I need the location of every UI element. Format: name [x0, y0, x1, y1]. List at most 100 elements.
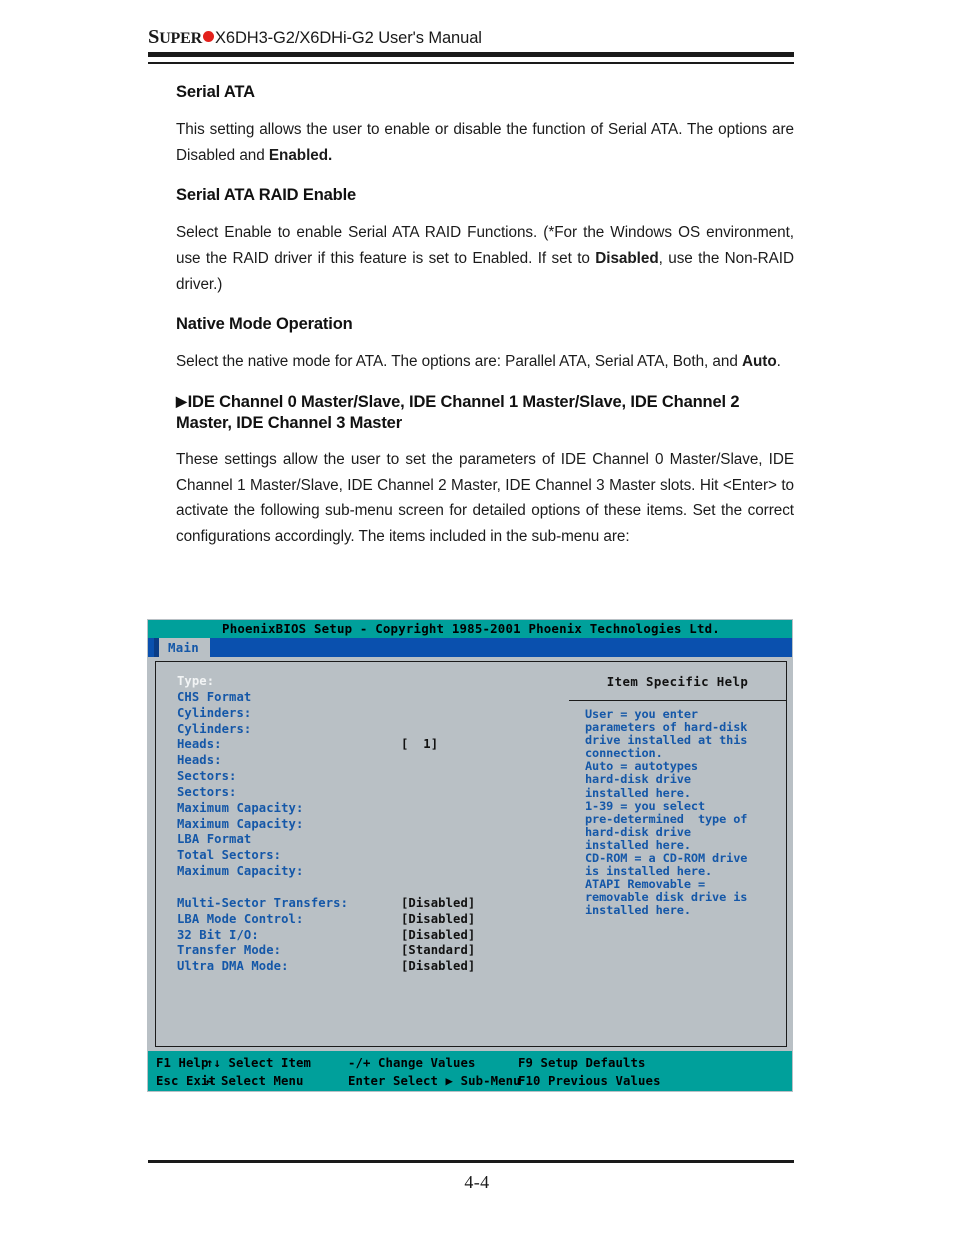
- key-legend-key: F9: [518, 1056, 534, 1070]
- key-legend-label: Select Item: [221, 1056, 312, 1070]
- triangle-bullet-icon: ▶: [176, 392, 187, 409]
- bios-settings-list: Type: CHS Format Cylinders: Cylinders: Heads…: [177, 674, 557, 975]
- bios-setting-row[interactable]: Type:: [177, 674, 557, 690]
- key-legend-entry[interactable]: Enter Select ▶ Sub-Menu: [348, 1073, 521, 1090]
- key-legend-key: Enter: [348, 1074, 386, 1088]
- bios-setting-row[interactable]: Sectors:: [177, 769, 557, 785]
- bios-setting-label: Maximum Capacity:: [177, 800, 304, 815]
- bios-setting-value[interactable]: [Disabled]: [401, 959, 475, 975]
- bios-title-bar: PhoenixBIOS Setup - Copyright 1985-2001 …: [148, 620, 792, 638]
- bios-setting-label: LBA Mode Control:: [177, 911, 304, 926]
- bios-tab-main[interactable]: Main: [159, 638, 211, 657]
- bios-setting-value[interactable]: [ 1]: [401, 737, 438, 753]
- bios-setting-row[interactable]: Sectors:: [177, 785, 557, 801]
- bios-setting-row[interactable]: LBA Format: [177, 832, 557, 848]
- bios-key-legend: F1 Help ↑↓ Select Item -/+ Change Values F9…: [148, 1051, 792, 1091]
- key-legend-key: ↔: [206, 1074, 214, 1088]
- section-heading-native-mode-operation: Native Mode Operation: [176, 315, 353, 334]
- settings-group-spacer: [177, 880, 557, 896]
- key-legend-label: Help: [171, 1056, 209, 1070]
- logo-dot-icon: [202, 31, 214, 42]
- section-heading-serial-ata: Serial ATA: [176, 83, 255, 101]
- bios-menu-bar: Main: [148, 638, 792, 657]
- bios-setting-label: Maximum Capacity:: [177, 864, 304, 879]
- bios-setting-row[interactable]: CHS Format: [177, 690, 557, 706]
- bios-settings-group-transfer: Multi-Sector Transfers: [Disabled] LBA Mod…: [177, 896, 557, 975]
- header-rule-thick: [148, 52, 794, 57]
- bios-setup-screenshot: PhoenixBIOS Setup - Copyright 1985-2001 …: [147, 619, 793, 1092]
- footer-rule: [148, 1160, 794, 1164]
- bios-body: Type: CHS Format Cylinders: Cylinders: Heads…: [148, 657, 792, 1051]
- section-paragraph-ide-channels: These settings allow the user to set the…: [176, 451, 794, 545]
- bios-setting-label: Heads:: [177, 737, 222, 752]
- section-heading-ide-channels: ▶IDE Channel 0 Master/Slave, IDE Channel…: [176, 392, 794, 434]
- key-legend-key: F1: [156, 1056, 172, 1070]
- bios-setting-label: Sectors:: [177, 769, 237, 784]
- supermicro-logo: SUPER: [148, 26, 202, 48]
- key-legend-entry[interactable]: ↔ Select Menu: [206, 1073, 304, 1090]
- section-paragraph-serial-ata: This setting allows the user to enable o…: [176, 121, 794, 164]
- bios-setting-label: Heads:: [177, 753, 222, 768]
- bios-setting-label: Cylinders:: [177, 705, 252, 720]
- bios-setting-row[interactable]: LBA Mode Control: [Disabled]: [177, 912, 557, 928]
- bios-setting-row[interactable]: Cylinders:: [177, 706, 557, 722]
- key-legend-label: Setup Defaults: [533, 1056, 646, 1070]
- key-legend-entry[interactable]: ↑↓ Select Item: [206, 1055, 311, 1072]
- bios-setting-value[interactable]: [Standard]: [401, 943, 475, 959]
- bios-setting-row[interactable]: Total Sectors:: [177, 848, 557, 864]
- bios-setting-value[interactable]: [Disabled]: [401, 896, 475, 912]
- bios-setting-label: Transfer Mode:: [177, 943, 282, 958]
- key-legend-label: Change Values: [370, 1056, 476, 1070]
- bios-setting-label: 32 Bit I/O:: [177, 927, 259, 942]
- help-panel-body: User = you enter parameters of hard-disk…: [585, 707, 748, 918]
- bios-setting-row[interactable]: Cylinders:: [177, 722, 557, 738]
- bios-setting-label: LBA Format: [177, 832, 252, 847]
- logo-brand-caps: S: [148, 26, 160, 48]
- bios-setting-label: Maximum Capacity:: [177, 816, 304, 831]
- bios-setting-label: Cylinders:: [177, 721, 252, 736]
- key-legend-entry[interactable]: F10 Previous Values: [518, 1073, 661, 1090]
- key-legend-label: Previous Values: [540, 1074, 661, 1088]
- key-legend-label: Select Menu: [213, 1074, 304, 1088]
- bios-setting-value[interactable]: [Disabled]: [401, 928, 475, 944]
- section-heading-ide-channels-text: IDE Channel 0 Master/Slave, IDE Channel …: [176, 392, 740, 432]
- bios-setting-row[interactable]: Maximum Capacity:: [177, 864, 557, 880]
- logo-brand-rest: UPER: [159, 30, 202, 47]
- page-number: 4-4: [464, 1172, 490, 1192]
- manual-page: SUPER X6DH3-G2/X6DHi-G2 User's Manual Ser…: [0, 0, 954, 1235]
- key-legend-key: Esc: [156, 1074, 179, 1088]
- section-paragraph-serial-ata-raid-enable: Select Enable to enable Serial ATA RAID …: [176, 224, 794, 293]
- header-rule-thin: [148, 62, 794, 64]
- bios-setting-label: Total Sectors:: [177, 848, 282, 863]
- bios-setting-label: Sectors:: [177, 784, 237, 799]
- section-paragraph-native-mode-operation: Select the native mode for ATA. The opti…: [176, 353, 781, 371]
- help-panel-title: Item Specific Help: [569, 662, 786, 701]
- key-legend-entry[interactable]: -/+ Change Values: [348, 1055, 476, 1072]
- bios-setting-row[interactable]: Maximum Capacity:: [177, 817, 557, 833]
- bios-setting-row[interactable]: Heads:: [177, 753, 557, 769]
- bios-setting-row[interactable]: Transfer Mode: [Standard]: [177, 943, 557, 959]
- page-content: Serial ATA This setting allows the user …: [176, 82, 794, 566]
- key-legend-key: -/+: [348, 1056, 371, 1070]
- bios-setting-label: Ultra DMA Mode:: [177, 959, 289, 974]
- bios-setting-label: Type:: [177, 674, 215, 688]
- key-legend-row-1: F1 Help ↑↓ Select Item -/+ Change Values F9…: [148, 1055, 792, 1072]
- bios-setting-row[interactable]: Maximum Capacity:: [177, 801, 557, 817]
- key-legend-row-2: Esc Exit ↔ Select Menu Enter Select ▶ Sub-…: [148, 1073, 792, 1090]
- bios-setting-row[interactable]: 32 Bit I/O: [Disabled]: [177, 928, 557, 944]
- bios-settings-group-drive-info: Type: CHS Format Cylinders: Cylinders: Heads…: [177, 674, 557, 880]
- key-legend-label: Select ▶ Sub-Menu: [385, 1074, 521, 1088]
- header-title: X6DH3-G2/X6DHi-G2 User's Manual: [214, 29, 482, 47]
- bios-settings-panel: Type: CHS Format Cylinders: Cylinders: Heads…: [155, 661, 570, 1047]
- bios-setting-label: CHS Format: [177, 689, 252, 704]
- key-legend-key: ↑↓: [206, 1056, 222, 1070]
- bios-setting-label: Multi-Sector Transfers:: [177, 895, 349, 910]
- key-legend-entry[interactable]: F9 Setup Defaults: [518, 1055, 646, 1072]
- key-legend-entry[interactable]: F1 Help: [156, 1055, 209, 1072]
- bios-setting-row[interactable]: Multi-Sector Transfers: [Disabled]: [177, 896, 557, 912]
- bios-setting-row[interactable]: Ultra DMA Mode: [Disabled]: [177, 959, 557, 975]
- bios-help-panel: Item Specific Help User = you enter para…: [569, 661, 787, 1047]
- bios-setting-value[interactable]: [Disabled]: [401, 912, 475, 928]
- key-legend-key: F10: [518, 1074, 541, 1088]
- bios-setting-row[interactable]: Heads: [ 1]: [177, 737, 557, 753]
